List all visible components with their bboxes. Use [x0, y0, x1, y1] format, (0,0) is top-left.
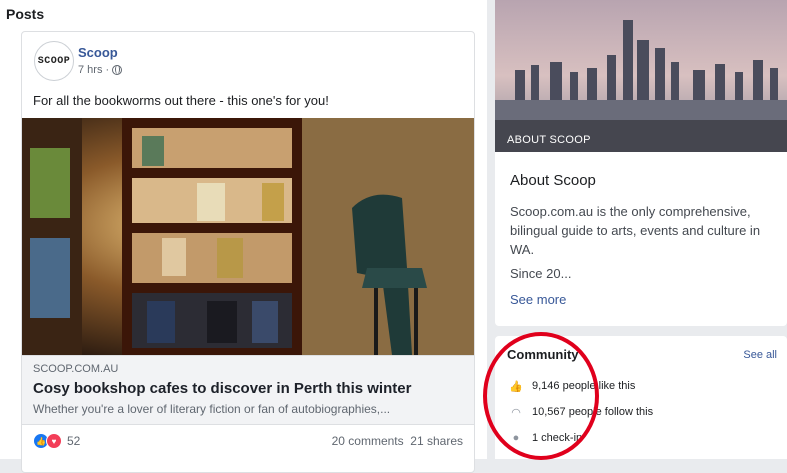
- engagement-stats[interactable]: 20 comments 21 shares: [332, 434, 463, 448]
- link-title[interactable]: Cosy bookshop cafes to discover in Perth…: [33, 380, 411, 397]
- post-time[interactable]: 7 hrs ·: [78, 64, 109, 76]
- likes-count: 9,146 people like this: [532, 380, 636, 392]
- post-text: For all the bookworms out there - this o…: [33, 93, 329, 108]
- about-title: About Scoop: [510, 172, 596, 189]
- community-card: Community See all 👍 9,146 people like th…: [495, 336, 787, 459]
- love-reaction-icon: ♥: [46, 433, 62, 449]
- globe-icon: [112, 65, 123, 75]
- link-preview[interactable]: SCOOP.COM.AU Cosy bookshop cafes to disc…: [22, 355, 474, 425]
- follows-row[interactable]: ◠ 10,567 people follow this: [510, 406, 654, 419]
- link-domain: SCOOP.COM.AU: [33, 363, 119, 375]
- since-text: Since 20...: [510, 266, 572, 281]
- posts-heading: Posts: [6, 6, 45, 22]
- rss-icon: ◠: [511, 406, 521, 419]
- reactions-summary[interactable]: 👍 ♥ 52: [33, 433, 80, 449]
- thumbs-up-icon: 👍: [509, 380, 523, 393]
- likes-row[interactable]: 👍 9,146 people like this: [509, 380, 636, 393]
- map-pin-icon: ●: [512, 432, 520, 444]
- community-title: Community: [507, 347, 579, 362]
- bookshop-image[interactable]: [22, 118, 474, 355]
- feed-column: Posts SCOOP Scoop 7 hrs · For all the bo…: [0, 0, 487, 473]
- checkins-row[interactable]: ● 1 check-in: [510, 432, 582, 444]
- city-skyline-cover: [495, 0, 787, 152]
- see-more-link[interactable]: See more: [510, 292, 566, 307]
- about-description: Scoop.com.au is the only comprehensive, …: [510, 204, 761, 257]
- page-avatar[interactable]: SCOOP: [34, 41, 74, 81]
- follows-count: 10,567 people follow this: [532, 406, 654, 418]
- link-description: Whether you're a lover of literary ficti…: [33, 402, 391, 416]
- reactions-count: 52: [67, 434, 81, 448]
- post-card: SCOOP Scoop 7 hrs · For all the bookworm…: [21, 31, 475, 473]
- cover-label: ABOUT SCOOP: [507, 134, 591, 146]
- post-author-link[interactable]: Scoop: [78, 45, 118, 60]
- about-card: ABOUT SCOOP About Scoop Scoop.com.au is …: [495, 0, 787, 326]
- post-meta: 7 hrs ·: [78, 64, 123, 76]
- checkins-count: 1 check-in: [532, 432, 583, 444]
- see-all-link[interactable]: See all: [743, 349, 777, 361]
